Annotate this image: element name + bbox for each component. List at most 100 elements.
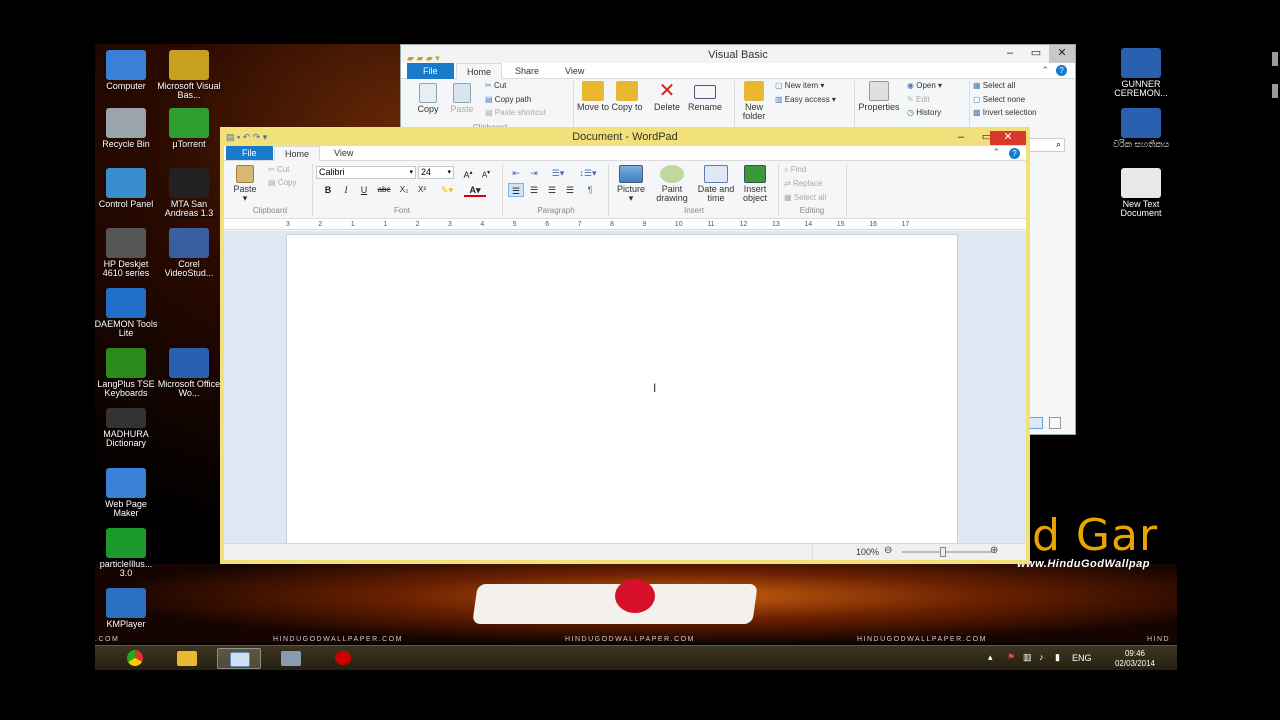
help-icon[interactable]: ? [1009, 148, 1020, 159]
quick-access-icon[interactable]: ▰ ▰ ▰ ▾ [407, 48, 457, 63]
tab-home[interactable]: Home [456, 63, 503, 79]
desktop-icon-daemon[interactable]: DAEMON Tools Lite [95, 288, 159, 338]
taskbar-corel[interactable] [269, 648, 313, 669]
copy-button[interactable]: ▤ Copy [268, 178, 296, 188]
date-time-button[interactable]: Date and time [694, 165, 738, 203]
line-spacing-icon[interactable]: ↕☰▾ [576, 166, 600, 180]
desktop-icon-gunner[interactable]: GUNNER CEREMON... [1108, 48, 1174, 98]
taskbar-wordpad[interactable] [217, 648, 261, 669]
tab-share[interactable]: Share [505, 63, 549, 79]
desktop-icon-recycle-bin[interactable]: Recycle Bin [95, 108, 159, 149]
zoom-in-button[interactable]: ⊕ [990, 545, 998, 556]
desktop-icon-sinhala-doc[interactable]: වරික සහතිකය [1108, 108, 1174, 149]
desktop-icon-control-panel[interactable]: Control Panel [95, 168, 159, 209]
picture-button[interactable]: Picture ▾ [612, 165, 650, 203]
network-icon[interactable]: ▥ [1023, 652, 1032, 663]
align-right-icon[interactable]: ☰ [544, 183, 560, 197]
tab-home[interactable]: Home [274, 146, 321, 161]
desktop-icon-corel[interactable]: Corel VideoStud... [156, 228, 222, 278]
quick-access-toolbar[interactable]: ▤ ▪ ↶ ↷ ▾ [226, 131, 267, 144]
minimize-button[interactable]: – [997, 45, 1023, 63]
bold-button[interactable]: B [320, 183, 336, 197]
maximize-button[interactable]: ▭ [1023, 45, 1049, 63]
rename-button[interactable]: Rename [687, 81, 723, 112]
replace-button[interactable]: ⇄ Replace [784, 179, 822, 189]
cut-button[interactable]: ✂ Cut [268, 165, 289, 175]
select-none-button[interactable]: ▢ Select none [973, 95, 1025, 105]
increase-indent-icon[interactable]: ⇥ [526, 166, 542, 180]
underline-button[interactable]: U [356, 183, 372, 197]
wordpad-window[interactable]: ▤ ▪ ↶ ↷ ▾ Document - WordPad – ▭ ✕ File … [220, 127, 1030, 564]
desktop-icon-new-text[interactable]: New Text Document [1108, 168, 1174, 218]
taskbar-chrome[interactable] [113, 648, 157, 669]
new-folder-button[interactable]: New folder [737, 81, 771, 121]
taskbar-recorder[interactable] [321, 648, 365, 669]
shrink-font-icon[interactable]: A▾ [478, 166, 494, 180]
details-view-icon[interactable] [1029, 417, 1043, 429]
paste-shortcut-button[interactable]: ▤ Paste shortcut [485, 108, 546, 118]
desktop-icon-madhura[interactable]: MADHURA Dictionary [95, 408, 159, 448]
copy-button[interactable]: Copy [413, 83, 443, 114]
help-icon[interactable]: ? [1056, 65, 1067, 76]
tab-file[interactable]: File [407, 63, 454, 79]
decrease-indent-icon[interactable]: ⇤ [508, 166, 524, 180]
tab-view[interactable]: View [324, 146, 363, 160]
paste-button[interactable]: Paste [447, 83, 477, 114]
close-button[interactable]: ✕ [990, 131, 1026, 145]
justify-icon[interactable]: ☰ [562, 183, 578, 197]
copy-path-button[interactable]: ▤ Copy path [485, 95, 531, 105]
desktop-icon-hp-deskjet[interactable]: HP Deskjet 4610 series [95, 228, 159, 278]
desktop-icon-particle[interactable]: particleIllus... 3.0 [95, 528, 159, 578]
document-page[interactable]: I [286, 234, 958, 543]
zoom-out-button[interactable]: ⊖ [884, 545, 892, 556]
clock[interactable]: 09:46 02/03/2014 [1105, 649, 1165, 669]
font-size-select[interactable]: 24 ▾ [418, 166, 454, 179]
grow-font-icon[interactable]: A▴ [460, 166, 476, 180]
chevron-up-icon[interactable]: ⌃ [992, 147, 1000, 158]
align-left-icon[interactable]: ☰ [508, 183, 524, 197]
superscript-button[interactable]: X² [414, 183, 430, 197]
strikethrough-button[interactable]: abc [374, 183, 394, 197]
chevron-up-icon[interactable]: ⌃ [1041, 65, 1049, 76]
wordpad-titlebar[interactable]: ▤ ▪ ↶ ↷ ▾ Document - WordPad – ▭ ✕ [224, 131, 1026, 146]
invert-selection-button[interactable]: ▩ Invert selection [973, 108, 1037, 118]
align-center-icon[interactable]: ☰ [526, 183, 542, 197]
tab-file[interactable]: File [226, 146, 273, 160]
search-box[interactable]: ⌕ [1027, 138, 1065, 152]
copy-to-button[interactable]: Copy to [611, 81, 643, 112]
desktop-icon-langplus[interactable]: LangPlus TSE Keyboards [95, 348, 159, 398]
easy-access-button[interactable]: ▥ Easy access ▾ [775, 95, 836, 105]
select-all-button[interactable]: ▦ Select all [973, 81, 1015, 91]
ruler[interactable]: 3 2 1 1 2 3 4 5 6 7 8 9 10 11 12 13 14 15 16 17 [224, 218, 1026, 230]
paste-button[interactable]: Paste ▾ [232, 165, 258, 203]
desktop-icon-visual-basic[interactable]: Microsoft Visual Bas... [156, 50, 222, 100]
desktop-icon-word[interactable]: Microsoft Office Wo... [156, 348, 222, 398]
paragraph-settings-icon[interactable]: ¶ [582, 183, 598, 197]
highlight-color-icon[interactable]: ✎▾ [436, 183, 458, 197]
tab-view[interactable]: View [555, 63, 594, 79]
minimize-button[interactable]: – [948, 131, 974, 145]
properties-button[interactable]: Properties [857, 81, 901, 112]
large-icons-view-icon[interactable] [1049, 417, 1061, 429]
delete-button[interactable]: ✕ Delete [651, 81, 683, 112]
subscript-button[interactable]: X₂ [396, 183, 412, 197]
action-center-icon[interactable]: ⚑ [1007, 652, 1015, 663]
language-indicator[interactable]: ENG [1072, 653, 1092, 663]
move-to-button[interactable]: Move to [577, 81, 609, 112]
desktop-icon-computer[interactable]: Computer [95, 50, 159, 91]
new-item-button[interactable]: ▢ New item ▾ [775, 81, 824, 91]
close-button[interactable]: ✕ [1049, 45, 1075, 63]
edit-button[interactable]: ✎ Edit [907, 95, 930, 105]
font-color-button[interactable]: A▾ [464, 183, 486, 197]
font-family-select[interactable]: Calibri ▾ [316, 166, 416, 179]
select-all-button[interactable]: ▦ Select all [784, 193, 826, 203]
volume-icon[interactable]: ♪ [1039, 652, 1044, 662]
desktop-icon-utorrent[interactable]: µTorrent [156, 108, 222, 149]
history-button[interactable]: ◷ History [907, 108, 941, 118]
show-hidden-icons-icon[interactable]: ▴ [988, 652, 993, 663]
cut-button[interactable]: ✂ Cut [485, 81, 506, 91]
desktop-icon-kmplayer[interactable]: KMPlayer [95, 588, 159, 629]
find-button[interactable]: ⌕ Find [784, 165, 806, 175]
insert-object-button[interactable]: Insert object [738, 165, 772, 203]
desktop-icon-web-page-maker[interactable]: Web Page Maker [95, 468, 159, 518]
